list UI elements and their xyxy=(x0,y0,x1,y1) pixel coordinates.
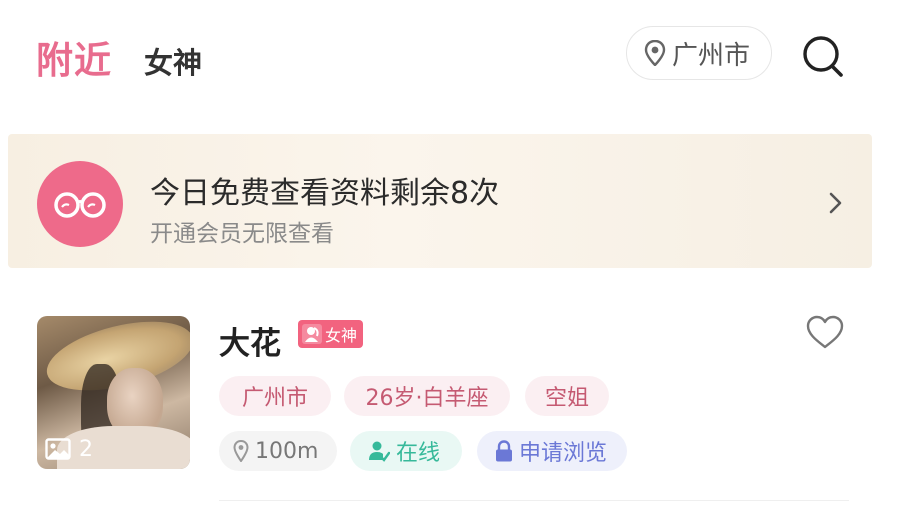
profile-name[interactable]: 大花 xyxy=(219,318,281,363)
tag-age-zodiac: 26岁·白羊座 xyxy=(344,376,510,416)
map-pin-icon xyxy=(644,40,666,66)
request-view-label: 申请浏览 xyxy=(519,441,608,466)
request-view-button[interactable]: 申请浏览 xyxy=(477,431,627,471)
divider xyxy=(219,500,849,501)
distance-value: 100m xyxy=(255,438,319,464)
user-online-icon xyxy=(369,441,390,462)
lock-icon xyxy=(496,440,512,462)
location-selector[interactable]: 广州市 xyxy=(626,26,772,80)
online-status-label: 在线 xyxy=(396,441,441,466)
tab-goddess[interactable]: 女神 xyxy=(144,40,202,82)
tag-city: 广州市 xyxy=(219,376,331,416)
search-icon[interactable] xyxy=(800,33,846,79)
online-status-chip: 在线 xyxy=(350,431,462,471)
distance-chip: 100m xyxy=(219,431,337,471)
tab-nearby[interactable]: 附近 xyxy=(36,30,112,84)
chevron-right-icon xyxy=(829,192,842,214)
photo-count-value: 2 xyxy=(79,436,93,462)
profile-photo[interactable]: 2 xyxy=(37,316,190,469)
tag-occupation: 空姐 xyxy=(525,376,609,416)
banner-subtitle: 开通会员无限查看 xyxy=(150,221,334,247)
goddess-badge: 女神 xyxy=(298,320,364,348)
photo-count: 2 xyxy=(45,435,101,463)
image-icon xyxy=(45,438,71,460)
goddess-icon xyxy=(302,324,322,344)
banner-title: 今日免费查看资料剩余8次 xyxy=(150,176,500,211)
goddess-badge-label: 女神 xyxy=(325,326,358,345)
location-city: 广州市 xyxy=(672,40,751,71)
heart-outline-icon[interactable] xyxy=(805,314,845,350)
glasses-icon xyxy=(37,161,123,247)
map-pin-icon xyxy=(233,440,249,462)
